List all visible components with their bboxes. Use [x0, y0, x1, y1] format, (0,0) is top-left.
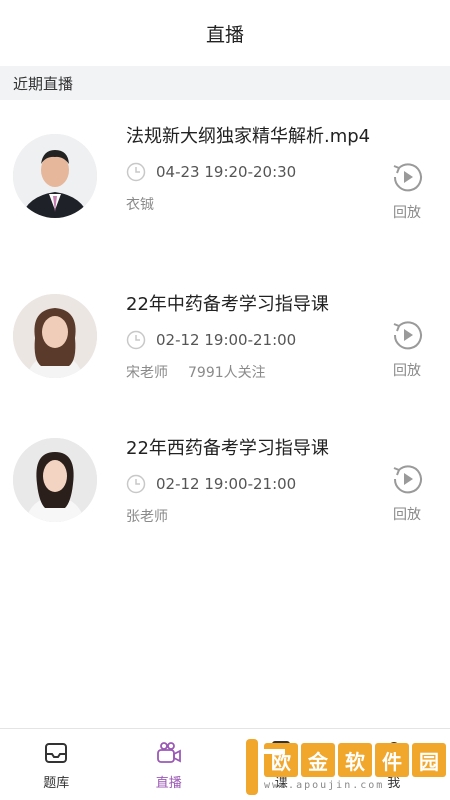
- teacher-name: 张老师: [126, 509, 168, 525]
- live-title: 22年中药备考学习指导课: [126, 294, 329, 315]
- replay-icon: [393, 163, 422, 192]
- live-info: 22年中药备考学习指导课 02-12 19:00-21:00 宋老师 7991人…: [126, 292, 378, 382]
- replay-button[interactable]: 回放: [388, 318, 426, 380]
- time-row: 04-23 19:20-20:30: [126, 160, 378, 184]
- section-label: 近期直播: [13, 74, 74, 93]
- watermark-char: 园: [412, 743, 446, 777]
- avatar: [13, 294, 97, 378]
- replay-icon: [393, 465, 422, 494]
- teacher-name: 宋老师: [126, 365, 168, 381]
- watermark-name: 欧 金 软 件 园: [264, 743, 446, 777]
- replay-button[interactable]: 回放: [388, 160, 426, 222]
- avatar: [13, 134, 97, 218]
- tab-live[interactable]: 直播: [113, 729, 226, 800]
- live-title: 22年西药备考学习指导课: [126, 438, 329, 459]
- live-info: 22年西药备考学习指导课 02-12 19:00-21:00 张老师: [126, 436, 378, 526]
- live-time: 02-12 19:00-21:00: [156, 331, 297, 349]
- time-row: 02-12 19:00-21:00: [126, 328, 378, 352]
- clock-icon: [126, 474, 146, 494]
- clock-icon: [126, 330, 146, 350]
- app-header: 直播: [0, 0, 450, 66]
- watermark-char: 金: [301, 743, 335, 777]
- live-list: 法规新大纲独家精华解析.mp4 04-23 19:20-20:30 衣铖 回放: [0, 100, 450, 544]
- clock-icon: [126, 162, 146, 182]
- section-header: 近期直播: [0, 66, 450, 100]
- replay-label: 回放: [393, 507, 421, 523]
- live-info: 法规新大纲独家精华解析.mp4 04-23 19:20-20:30 衣铖: [126, 124, 378, 214]
- tab-label: 直播: [155, 776, 182, 791]
- tab-question-bank[interactable]: 题库: [0, 729, 113, 800]
- live-meta: 衣铖: [126, 194, 378, 214]
- live-item[interactable]: 22年西药备考学习指导课 02-12 19:00-21:00 张老师 回放: [0, 400, 450, 544]
- live-meta: 张老师: [126, 506, 378, 526]
- inbox-icon: [45, 743, 68, 763]
- follower-count: 7991人关注: [188, 365, 266, 381]
- avatar: [13, 438, 97, 522]
- live-time: 04-23 19:20-20:30: [156, 163, 297, 181]
- live-item[interactable]: 22年中药备考学习指导课 02-12 19:00-21:00 宋老师 7991人…: [0, 256, 450, 400]
- watermark-char: 件: [375, 743, 409, 777]
- watermark-url: www.apoujin.com: [264, 780, 385, 791]
- live-item[interactable]: 法规新大纲独家精华解析.mp4 04-23 19:20-20:30 衣铖 回放: [0, 100, 450, 244]
- watermark-text: 欧 金 软 件 园 www.apoujin.com: [264, 743, 446, 791]
- live-time: 02-12 19:00-21:00: [156, 475, 297, 493]
- watermark: 欧 金 软 件 园 www.apoujin.com: [246, 736, 446, 798]
- replay-label: 回放: [393, 205, 421, 221]
- video-camera-icon: [156, 742, 181, 763]
- watermark-logo-icon: [246, 739, 285, 796]
- live-title: 法规新大纲独家精华解析.mp4: [126, 126, 371, 147]
- tab-label: 题库: [43, 776, 70, 791]
- replay-button[interactable]: 回放: [388, 462, 426, 524]
- live-meta: 宋老师 7991人关注: [126, 362, 378, 382]
- page-title: 直播: [205, 23, 244, 46]
- teacher-name: 衣铖: [126, 197, 154, 213]
- replay-label: 回放: [393, 363, 421, 379]
- replay-icon: [393, 321, 422, 350]
- time-row: 02-12 19:00-21:00: [126, 472, 378, 496]
- watermark-char: 软: [338, 743, 372, 777]
